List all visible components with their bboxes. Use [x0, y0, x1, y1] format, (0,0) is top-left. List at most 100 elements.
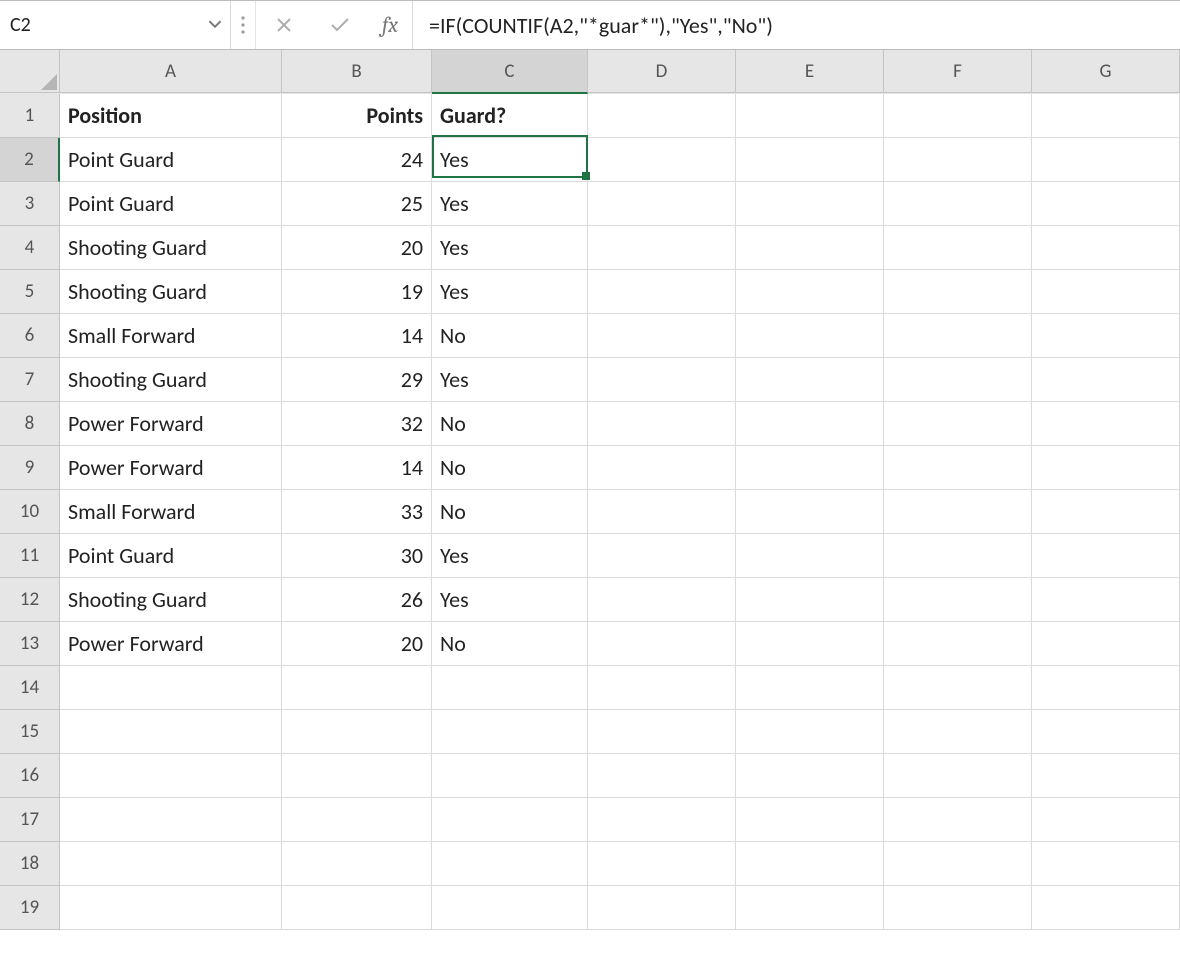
cell-B18[interactable] — [282, 842, 432, 886]
cell-G19[interactable] — [1032, 886, 1180, 930]
cell-F4[interactable] — [884, 226, 1032, 270]
row-header-5[interactable]: 5 — [0, 270, 60, 314]
select-all-corner[interactable] — [0, 50, 60, 93]
cell-E18[interactable] — [736, 842, 884, 886]
cell-D2[interactable] — [588, 138, 736, 182]
cell-F10[interactable] — [884, 490, 1032, 534]
cell-D14[interactable] — [588, 666, 736, 710]
cell-B11[interactable]: 30 — [282, 534, 432, 578]
cell-B19[interactable] — [282, 886, 432, 930]
cell-D13[interactable] — [588, 622, 736, 666]
cell-G1[interactable] — [1032, 94, 1180, 138]
cell-A8[interactable]: Power Forward — [60, 402, 282, 446]
cell-C15[interactable] — [432, 710, 588, 754]
cell-B8[interactable]: 32 — [282, 402, 432, 446]
cell-E9[interactable] — [736, 446, 884, 490]
cell-E1[interactable] — [736, 94, 884, 138]
cell-A17[interactable] — [60, 798, 282, 842]
cell-C13[interactable]: No — [432, 622, 588, 666]
cell-F6[interactable] — [884, 314, 1032, 358]
cell-B3[interactable]: 25 — [282, 182, 432, 226]
cell-B2[interactable]: 24 — [282, 138, 432, 182]
cell-A1[interactable]: Position — [60, 94, 282, 138]
cell-F11[interactable] — [884, 534, 1032, 578]
cell-F19[interactable] — [884, 886, 1032, 930]
cell-C12[interactable]: Yes — [432, 578, 588, 622]
cell-B4[interactable]: 20 — [282, 226, 432, 270]
cell-F18[interactable] — [884, 842, 1032, 886]
cell-A12[interactable]: Shooting Guard — [60, 578, 282, 622]
row-header-7[interactable]: 7 — [0, 358, 60, 402]
cell-C11[interactable]: Yes — [432, 534, 588, 578]
cell-E10[interactable] — [736, 490, 884, 534]
cell-B17[interactable] — [282, 798, 432, 842]
cell-A11[interactable]: Point Guard — [60, 534, 282, 578]
cell-D7[interactable] — [588, 358, 736, 402]
column-header-D[interactable]: D — [588, 50, 736, 93]
cell-E3[interactable] — [736, 182, 884, 226]
expand-dots-icon[interactable] — [231, 1, 256, 49]
cancel-button[interactable] — [256, 1, 312, 49]
cell-F17[interactable] — [884, 798, 1032, 842]
cell-C2[interactable]: Yes — [432, 138, 588, 182]
cell-F1[interactable] — [884, 94, 1032, 138]
cell-G2[interactable] — [1032, 138, 1180, 182]
cell-A7[interactable]: Shooting Guard — [60, 358, 282, 402]
cell-D16[interactable] — [588, 754, 736, 798]
cell-A15[interactable] — [60, 710, 282, 754]
column-header-E[interactable]: E — [736, 50, 884, 93]
cell-E6[interactable] — [736, 314, 884, 358]
cell-A5[interactable]: Shooting Guard — [60, 270, 282, 314]
cell-F15[interactable] — [884, 710, 1032, 754]
cell-G9[interactable] — [1032, 446, 1180, 490]
cell-E5[interactable] — [736, 270, 884, 314]
cell-B16[interactable] — [282, 754, 432, 798]
cell-E19[interactable] — [736, 886, 884, 930]
cell-F12[interactable] — [884, 578, 1032, 622]
cell-C17[interactable] — [432, 798, 588, 842]
cell-D9[interactable] — [588, 446, 736, 490]
cell-E11[interactable] — [736, 534, 884, 578]
cell-E7[interactable] — [736, 358, 884, 402]
cell-C6[interactable]: No — [432, 314, 588, 358]
cell-G5[interactable] — [1032, 270, 1180, 314]
cell-E17[interactable] — [736, 798, 884, 842]
cell-D5[interactable] — [588, 270, 736, 314]
cell-B12[interactable]: 26 — [282, 578, 432, 622]
cell-C8[interactable]: No — [432, 402, 588, 446]
cell-A10[interactable]: Small Forward — [60, 490, 282, 534]
column-header-F[interactable]: F — [884, 50, 1032, 93]
cell-B6[interactable]: 14 — [282, 314, 432, 358]
cell-C5[interactable]: Yes — [432, 270, 588, 314]
row-header-15[interactable]: 15 — [0, 710, 60, 754]
cell-G8[interactable] — [1032, 402, 1180, 446]
cell-F16[interactable] — [884, 754, 1032, 798]
row-header-6[interactable]: 6 — [0, 314, 60, 358]
cell-C16[interactable] — [432, 754, 588, 798]
cell-D12[interactable] — [588, 578, 736, 622]
name-box[interactable]: C2 — [0, 1, 231, 49]
cell-G14[interactable] — [1032, 666, 1180, 710]
cell-C9[interactable]: No — [432, 446, 588, 490]
cell-D17[interactable] — [588, 798, 736, 842]
cell-G10[interactable] — [1032, 490, 1180, 534]
cell-E14[interactable] — [736, 666, 884, 710]
row-header-11[interactable]: 11 — [0, 534, 60, 578]
row-header-13[interactable]: 13 — [0, 622, 60, 666]
cell-D11[interactable] — [588, 534, 736, 578]
cell-G13[interactable] — [1032, 622, 1180, 666]
row-header-12[interactable]: 12 — [0, 578, 60, 622]
row-header-9[interactable]: 9 — [0, 446, 60, 490]
chevron-down-icon[interactable] — [208, 13, 222, 37]
cell-A3[interactable]: Point Guard — [60, 182, 282, 226]
cell-F7[interactable] — [884, 358, 1032, 402]
cell-G16[interactable] — [1032, 754, 1180, 798]
cell-C18[interactable] — [432, 842, 588, 886]
cell-B7[interactable]: 29 — [282, 358, 432, 402]
row-header-10[interactable]: 10 — [0, 490, 60, 534]
column-header-C[interactable]: C — [432, 50, 588, 94]
cell-G15[interactable] — [1032, 710, 1180, 754]
cell-C1[interactable]: Guard? — [432, 94, 588, 138]
cell-A14[interactable] — [60, 666, 282, 710]
row-header-14[interactable]: 14 — [0, 666, 60, 710]
